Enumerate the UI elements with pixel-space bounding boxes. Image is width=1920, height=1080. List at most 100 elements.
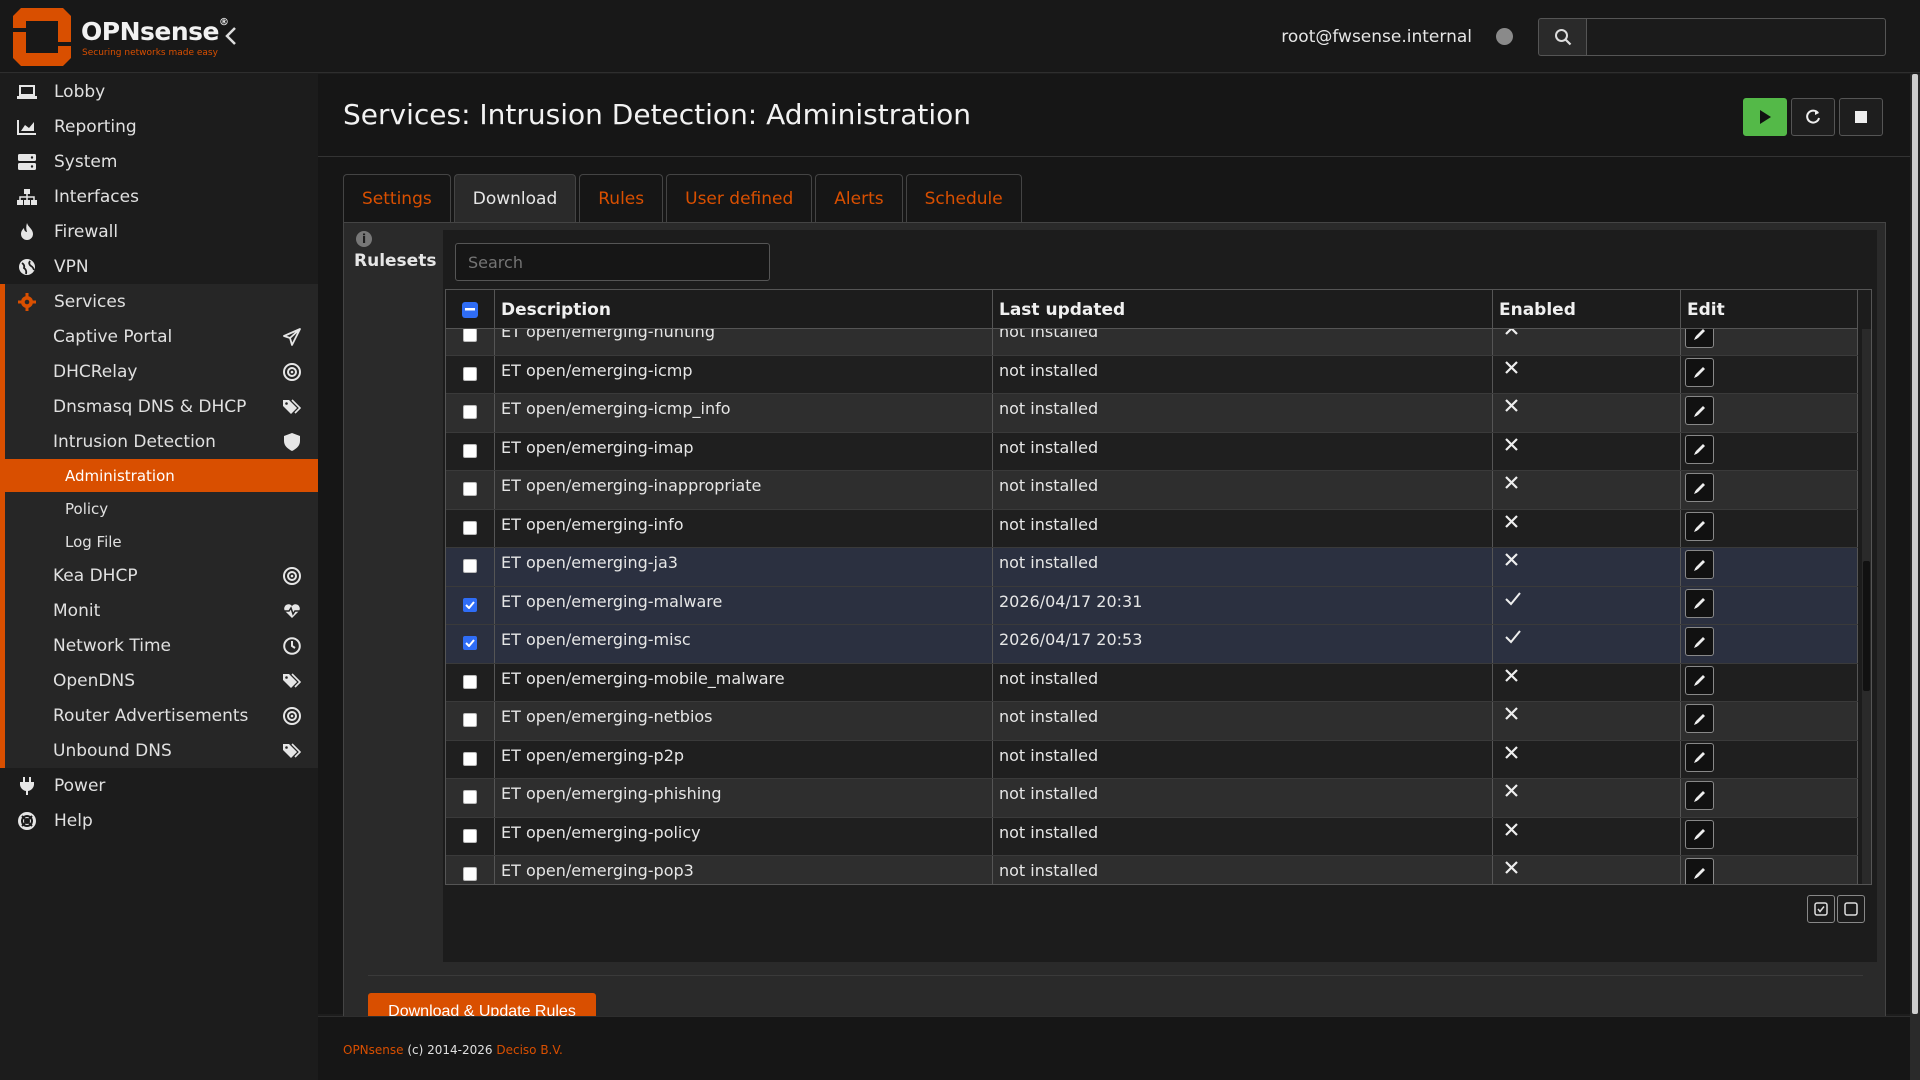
edit-pencil-icon[interactable] [1685, 742, 1714, 772]
row-checkbox[interactable] [446, 856, 495, 884]
sidebar-item-opendns[interactable]: OpenDNS [5, 663, 318, 698]
footer-company-link[interactable]: Deciso B.V. [496, 1043, 563, 1057]
sidebar-item-firewall[interactable]: Firewall [0, 214, 318, 249]
checkbox-empty-icon[interactable] [463, 405, 477, 419]
table-row[interactable]: ET open/emerging-imap not installed [446, 432, 1858, 471]
checkbox-empty-icon[interactable] [463, 482, 477, 496]
checkbox-empty-icon[interactable] [463, 674, 477, 689]
sidebar-item-power[interactable]: Power [0, 768, 318, 803]
row-checkbox[interactable] [446, 817, 495, 855]
table-row[interactable]: ET open/emerging-malware 2026/04/17 20:31 [446, 586, 1858, 625]
checkbox-empty-icon[interactable] [463, 520, 477, 535]
select-all-checkbox[interactable] [446, 290, 495, 329]
row-checkbox[interactable] [446, 779, 495, 817]
stop-service-stop-icon[interactable] [1839, 98, 1883, 136]
edit-pencil-icon[interactable] [1685, 550, 1714, 579]
edit-pencil-icon[interactable] [1685, 858, 1714, 884]
edit-pencil-icon[interactable] [1685, 588, 1714, 618]
tab-rules[interactable]: Rules [579, 174, 664, 222]
tab-download[interactable]: Download [453, 174, 577, 222]
sidebar-item-dhcrelay[interactable]: DHCRelay [5, 354, 318, 389]
sidebar-item-unbound-dns[interactable]: Unbound DNS [5, 733, 318, 768]
table-row[interactable]: ET open/emerging-icmp_info not installed [446, 394, 1858, 433]
tab-settings[interactable]: Settings [343, 174, 451, 222]
edit-pencil-icon[interactable] [1685, 473, 1714, 502]
row-checkbox[interactable] [446, 740, 495, 778]
edit-pencil-icon[interactable] [1685, 819, 1714, 849]
table-row[interactable]: ET open/emerging-icmp not installed [446, 355, 1858, 394]
sidebar-item-network-time[interactable]: Network Time [5, 628, 318, 663]
row-checkbox[interactable] [446, 355, 495, 393]
checkbox-empty-icon[interactable] [463, 751, 477, 766]
row-checkbox[interactable] [446, 702, 495, 740]
checkbox-empty-icon[interactable] [463, 828, 477, 843]
checkbox-empty-icon[interactable] [463, 328, 477, 342]
info-icon[interactable]: i [356, 231, 372, 247]
collapse-sidebar-chevron-left-icon[interactable] [224, 26, 238, 52]
restart-service-refresh-icon[interactable] [1791, 98, 1835, 136]
tab-schedule[interactable]: Schedule [905, 174, 1022, 222]
sidebar-item-captive-portal[interactable]: Captive Portal [5, 319, 318, 354]
sidebar-item-vpn[interactable]: VPN [0, 249, 318, 284]
rulesets-search-input[interactable] [455, 243, 770, 281]
sidebar-item-system[interactable]: System [0, 144, 318, 179]
row-checkbox[interactable] [446, 625, 495, 663]
select-all-check-square-icon[interactable] [1807, 895, 1835, 923]
table-scrollbar-thumb[interactable] [1863, 561, 1870, 691]
global-search-input[interactable] [1586, 18, 1886, 56]
opnsense-logo[interactable]: OPNsense® Securing networks made easy [13, 8, 229, 66]
sidebar-item-intrusion-detection[interactable]: Intrusion Detection [5, 424, 318, 459]
row-checkbox[interactable] [446, 663, 495, 701]
edit-pencil-icon[interactable] [1685, 396, 1714, 425]
table-row[interactable]: ET open/emerging-netbios not installed [446, 702, 1858, 741]
table-row[interactable]: ET open/emerging-pop3 not installed [446, 856, 1858, 884]
sidebar-item-lobby[interactable]: Lobby [0, 74, 318, 109]
table-row[interactable]: ET open/emerging-misc 2026/04/17 20:53 [446, 625, 1858, 664]
edit-pencil-icon[interactable] [1685, 781, 1714, 810]
table-row[interactable]: ET open/emerging-p2p not installed [446, 740, 1858, 779]
column-header-last-updated[interactable]: Last updated [993, 290, 1493, 329]
sidebar-item-ids-policy[interactable]: Policy [5, 492, 318, 525]
sidebar-item-kea-dhcp[interactable]: Kea DHCP [5, 558, 318, 593]
checkbox-checked-icon[interactable] [463, 597, 477, 612]
table-row[interactable]: ET open/emerging-ja3 not installed [446, 548, 1858, 587]
column-header-description[interactable]: Description [495, 290, 993, 329]
search-icon[interactable] [1538, 18, 1586, 56]
table-row[interactable]: ET open/emerging-inappropriate not instal… [446, 471, 1858, 510]
edit-pencil-icon[interactable] [1685, 627, 1714, 656]
sidebar-item-ids-log-file[interactable]: Log File [5, 525, 318, 558]
tab-alerts[interactable]: Alerts [815, 174, 903, 222]
checkbox-checked-icon[interactable] [463, 636, 477, 650]
checkbox-empty-icon[interactable] [463, 559, 477, 573]
edit-pencil-icon[interactable] [1685, 434, 1714, 464]
sidebar-item-router-advertisements[interactable]: Router Advertisements [5, 698, 318, 733]
row-checkbox[interactable] [446, 509, 495, 547]
sidebar-item-services[interactable]: Services [5, 284, 318, 319]
edit-pencil-icon[interactable] [1685, 357, 1714, 387]
row-checkbox[interactable] [446, 471, 495, 509]
sidebar-item-reporting[interactable]: Reporting [0, 109, 318, 144]
table-row[interactable]: ET open/emerging-mobile_malware not insta… [446, 663, 1858, 702]
checkbox-empty-icon[interactable] [463, 366, 477, 381]
row-checkbox[interactable] [446, 586, 495, 624]
status-dot-icon[interactable] [1496, 28, 1513, 45]
checkbox-empty-icon[interactable] [463, 443, 477, 458]
user-account[interactable]: root@fwsense.internal [1281, 27, 1472, 47]
sidebar-item-interfaces[interactable]: Interfaces [0, 179, 318, 214]
table-row[interactable]: ET open/emerging-policy not installed [446, 817, 1858, 856]
row-checkbox[interactable] [446, 548, 495, 586]
start-service-play-icon[interactable] [1743, 98, 1787, 136]
edit-pencil-icon[interactable] [1685, 511, 1714, 541]
sidebar-item-dnsmasq[interactable]: Dnsmasq DNS & DHCP [5, 389, 318, 424]
table-row[interactable]: ET open/emerging-info not installed [446, 509, 1858, 548]
checkbox-empty-icon[interactable] [463, 790, 477, 804]
sidebar-item-monit[interactable]: Monit [5, 593, 318, 628]
edit-pencil-icon[interactable] [1685, 704, 1714, 733]
table-scrollbar[interactable] [1862, 329, 1871, 884]
page-scrollbar-thumb[interactable] [1912, 74, 1918, 1014]
table-row[interactable]: ET open/emerging-phishing not installed [446, 779, 1858, 818]
sidebar-item-ids-administration[interactable]: Administration [0, 459, 318, 492]
tab-user-defined[interactable]: User defined [666, 174, 813, 222]
column-header-enabled[interactable]: Enabled [1493, 290, 1681, 329]
checkbox-empty-icon[interactable] [463, 867, 477, 881]
